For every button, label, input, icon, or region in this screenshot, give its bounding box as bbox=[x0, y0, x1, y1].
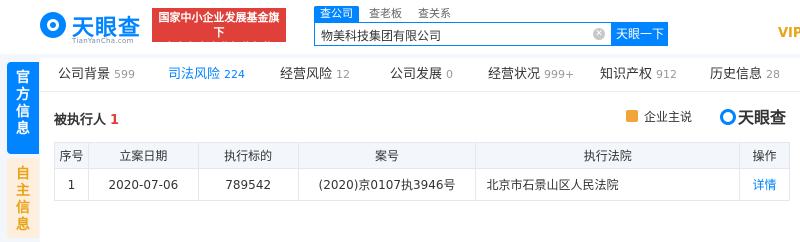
table-header-row: 序号 立案日期 执行标的 案号 执行法院 操作 bbox=[54, 142, 790, 169]
message-icon bbox=[626, 110, 638, 122]
col-header-court: 执行法院 bbox=[475, 142, 741, 169]
vip-link[interactable]: VIP bbox=[778, 26, 800, 41]
col-header-index: 序号 bbox=[54, 142, 89, 169]
search-button[interactable]: 天眼一下 bbox=[612, 22, 668, 46]
col-header-action: 操作 bbox=[739, 142, 790, 169]
clear-icon[interactable]: ✕ bbox=[593, 28, 605, 40]
col-header-amount: 执行标的 bbox=[197, 142, 299, 169]
search-tab-boss[interactable]: 查老板 bbox=[363, 6, 408, 22]
cell-amount: 789542 bbox=[197, 168, 299, 201]
tab-intellectual-property[interactable]: 知识产权 912 bbox=[600, 58, 677, 92]
tab-history-info[interactable]: 历史信息 28 bbox=[710, 58, 780, 92]
tab-count: 0 bbox=[446, 68, 454, 81]
section-title: 被执行人 1 bbox=[54, 109, 119, 128]
search-input[interactable]: 物美科技集团有限公司 ✕ bbox=[314, 22, 612, 46]
tab-label: 公司背景 bbox=[58, 67, 111, 82]
tab-count: 224 bbox=[224, 68, 246, 81]
brand-text: 天眼查 bbox=[738, 108, 787, 127]
official-badge: 国家中小企业发展基金旗下 官方备案企业征信机构 bbox=[152, 8, 286, 54]
debtor-table: 序号 立案日期 执行标的 案号 执行法院 操作 1 2020-07-06 789… bbox=[54, 142, 790, 201]
table-row: 1 2020-07-06 789542 (2020)京0107执3946号 北京… bbox=[54, 168, 790, 201]
cell-index: 1 bbox=[54, 168, 89, 201]
tab-label: 历史信息 bbox=[710, 67, 763, 82]
side-tab-char: 方 bbox=[16, 87, 30, 103]
tab-company-development[interactable]: 公司发展 0 bbox=[390, 58, 453, 92]
side-tab-char: 信 bbox=[16, 200, 30, 216]
cell-case-number: (2020)京0107执3946号 bbox=[297, 168, 477, 201]
side-tab-self-info[interactable]: 自 主 信 息 bbox=[7, 158, 39, 238]
logo[interactable]: 天眼查 TianYanCha.com bbox=[38, 8, 146, 48]
tab-count: 28 bbox=[766, 68, 781, 81]
side-tab-char: 自 bbox=[16, 166, 30, 182]
corp-say-label: 企业主说 bbox=[644, 110, 693, 124]
side-tab-char: 官 bbox=[16, 70, 30, 86]
search-input-value: 物美科技集团有限公司 bbox=[321, 29, 442, 43]
tab-label: 司法风险 bbox=[168, 67, 221, 82]
tab-label: 经营状况 bbox=[488, 67, 541, 82]
header: 天眼查 TianYanCha.com 国家中小企业发展基金旗下 官方备案企业征信… bbox=[0, 0, 800, 54]
tab-label: 经营风险 bbox=[280, 67, 333, 82]
side-tab-char: 主 bbox=[16, 183, 30, 199]
tab-operating-risk[interactable]: 经营风险 12 bbox=[280, 58, 350, 92]
tab-count: 12 bbox=[336, 68, 351, 81]
tab-count: 912 bbox=[656, 68, 678, 81]
tab-company-background[interactable]: 公司背景 599 bbox=[58, 58, 135, 92]
corp-say-link[interactable]: 企业主说 bbox=[626, 108, 692, 125]
tab-count: 599 bbox=[114, 68, 136, 81]
side-tab-official-info[interactable]: 官 方 信 息 bbox=[7, 62, 39, 154]
cell-court: 北京市石景山区人民法院 bbox=[475, 168, 741, 201]
badge-line-2: 官方备案企业征信机构 bbox=[164, 41, 274, 54]
tianyancha-logo-icon bbox=[720, 109, 736, 125]
search-tab-company[interactable]: 查公司 bbox=[314, 6, 359, 22]
col-header-case-number: 案号 bbox=[297, 142, 477, 169]
section-title-text: 被执行人 bbox=[54, 113, 107, 128]
tab-judicial-risk[interactable]: 司法风险 224 bbox=[168, 58, 245, 92]
cell-filing-date: 2020-07-06 bbox=[87, 168, 199, 201]
section-count: 1 bbox=[110, 113, 120, 128]
side-tab-char: 息 bbox=[16, 217, 30, 233]
side-tab-char: 息 bbox=[16, 121, 30, 137]
tianyancha-logo-icon bbox=[40, 12, 66, 38]
judgment-debtor-panel: 被执行人1 企业主说 天眼查 序号 立案日期 执行标的 案号 执行法院 操作 bbox=[40, 92, 800, 242]
category-tabs: 公司背景 599 司法风险 224 经营风险 12 公司发展 0 经营状况 999+ 知识… bbox=[40, 58, 800, 92]
tab-business-status[interactable]: 经营状况 999+ bbox=[488, 58, 574, 92]
details-link[interactable]: 详情 bbox=[739, 168, 790, 201]
badge-line-1: 国家中小企业发展基金旗下 bbox=[158, 11, 280, 39]
page: 天眼查 TianYanCha.com 国家中小企业发展基金旗下 官方备案企业征信… bbox=[0, 0, 800, 242]
tab-label: 公司发展 bbox=[390, 67, 443, 82]
brand-watermark: 天眼查 bbox=[720, 104, 786, 128]
tab-label: 知识产权 bbox=[600, 67, 653, 82]
tab-count: 999+ bbox=[544, 68, 575, 81]
side-tab-char: 信 bbox=[16, 104, 30, 120]
col-header-filing-date: 立案日期 bbox=[87, 142, 199, 169]
logo-subtitle: TianYanCha.com bbox=[72, 37, 134, 45]
search-tab-relation[interactable]: 查关系 bbox=[412, 6, 457, 22]
search-type-tabs: 查公司 查老板 查关系 bbox=[314, 6, 461, 22]
